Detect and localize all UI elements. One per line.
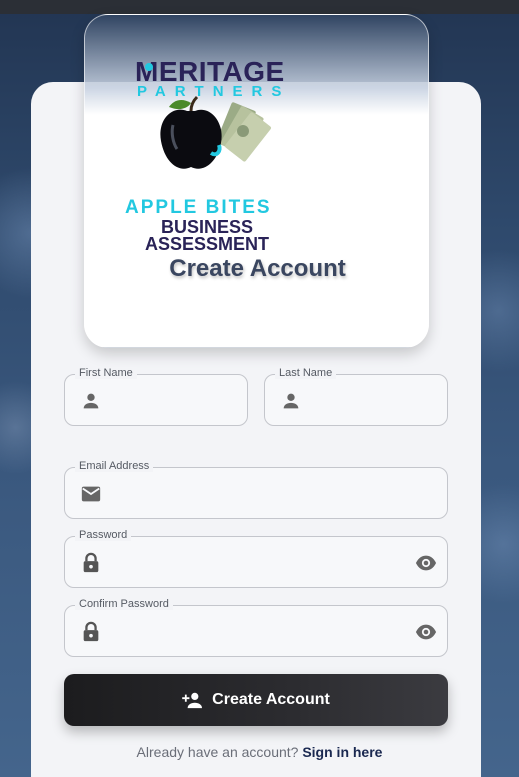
confirm-password-label: Confirm Password — [75, 598, 173, 610]
first-name-input[interactable] — [113, 387, 197, 415]
last-name-input[interactable] — [313, 387, 397, 415]
apple-icon — [160, 95, 222, 169]
first-name-label: First Name — [75, 367, 137, 379]
product-line1: APPLE BITES — [125, 197, 272, 218]
last-name-label: Last Name — [275, 367, 337, 379]
create-account-button[interactable]: Create Account — [64, 674, 448, 726]
password-label: Password — [75, 529, 132, 541]
email-label: Email Address — [75, 460, 154, 472]
password-input[interactable] — [113, 549, 397, 577]
email-input[interactable] — [113, 480, 397, 508]
lock-icon — [83, 552, 99, 573]
signin-prompt: Already have an account? — [136, 744, 299, 760]
eye-icon[interactable] — [415, 552, 437, 574]
first-name-field[interactable]: First Name — [64, 367, 248, 426]
page-title: Create Account — [169, 255, 346, 282]
last-name-field[interactable]: Last Name — [264, 367, 448, 426]
logo-card: MERITAGE PARTNERS APPLE BITES BUSINESS A… — [84, 14, 429, 348]
person-icon — [283, 393, 299, 409]
create-account-button-label: Create Account — [212, 691, 330, 708]
brand-line2: PARTNERS — [137, 83, 290, 100]
person-add-icon — [182, 692, 203, 709]
confirm-password-input[interactable] — [113, 618, 397, 646]
email-field[interactable]: Email Address — [64, 460, 448, 519]
brand-logo: MERITAGE PARTNERS APPLE BITES BUSINESS A… — [125, 56, 290, 253]
eye-icon[interactable] — [415, 621, 437, 643]
lock-icon — [83, 621, 99, 642]
product-line3: ASSESSMENT — [145, 234, 269, 253]
brand-dot — [145, 63, 153, 71]
browser-top-bar — [0, 0, 519, 14]
signin-row: Already have an account? Sign in here — [0, 744, 519, 760]
password-field[interactable]: Password — [64, 529, 448, 588]
money-icon — [216, 102, 271, 162]
confirm-password-field[interactable]: Confirm Password — [64, 598, 448, 657]
mail-icon — [81, 486, 101, 502]
signin-link[interactable]: Sign in here — [302, 744, 382, 760]
person-icon — [83, 393, 99, 409]
